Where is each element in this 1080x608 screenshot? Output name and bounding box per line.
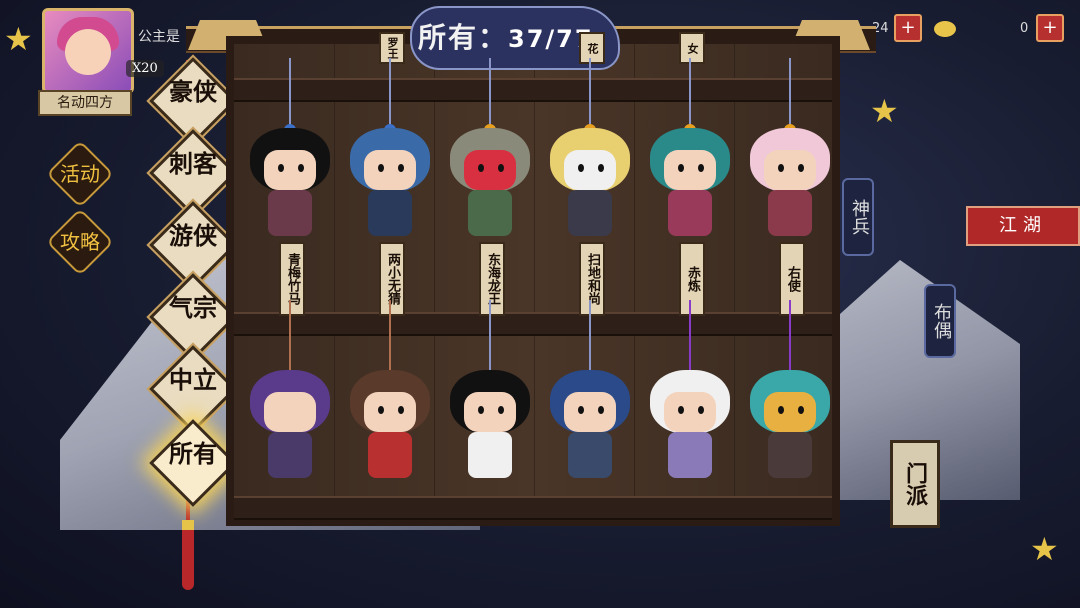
figure-slot[interactable] — [542, 300, 638, 520]
player-power: X20 — [126, 60, 164, 77]
figure-slot[interactable]: 罗王 两小无猜 — [342, 32, 438, 316]
star-icon: ★ — [870, 92, 899, 130]
tassel-decoration — [182, 520, 194, 590]
hidden-name-tag: 罗王 — [379, 32, 405, 64]
figure-slot[interactable]: 右使 — [742, 58, 838, 316]
buou-button[interactable]: 布偶 — [924, 284, 956, 358]
hidden-name-tag: 女 — [679, 32, 705, 64]
star-icon: ★ — [1030, 530, 1059, 568]
shenbing-button[interactable]: 神兵 — [842, 178, 874, 256]
figure-slot[interactable] — [242, 300, 338, 520]
figure-slot[interactable] — [342, 300, 438, 520]
strategy-button[interactable]: 攻略 — [46, 208, 114, 276]
hidden-name-tag: 花 — [579, 32, 605, 64]
menpai-button[interactable]: 门派 — [890, 440, 940, 528]
avatar-face — [65, 29, 111, 75]
silver-ingot-icon — [934, 20, 956, 37]
figure-slot[interactable]: 花 扫地和尚 — [542, 32, 638, 316]
jianghu-button[interactable]: 江湖 — [966, 206, 1080, 246]
figure-slot[interactable] — [642, 300, 738, 520]
add-silver-button[interactable]: + — [1036, 14, 1064, 42]
player-title-badge: 名动四方 — [38, 90, 132, 116]
figure-slot[interactable]: 女 赤炼 — [642, 32, 738, 316]
figure-slot[interactable] — [442, 300, 538, 520]
event-button[interactable]: 活动 — [46, 140, 114, 208]
star-icon: ★ — [4, 20, 33, 58]
player-avatar[interactable] — [42, 8, 134, 94]
figure-slot[interactable]: 东海龙王 — [442, 58, 538, 316]
figure-slot[interactable]: 青梅竹马 — [242, 58, 338, 316]
figure-slot[interactable] — [742, 300, 838, 520]
add-gold-button[interactable]: + — [894, 14, 922, 42]
resource-silver: 0 — [934, 18, 1028, 40]
player-name: 公主是 — [138, 29, 180, 45]
